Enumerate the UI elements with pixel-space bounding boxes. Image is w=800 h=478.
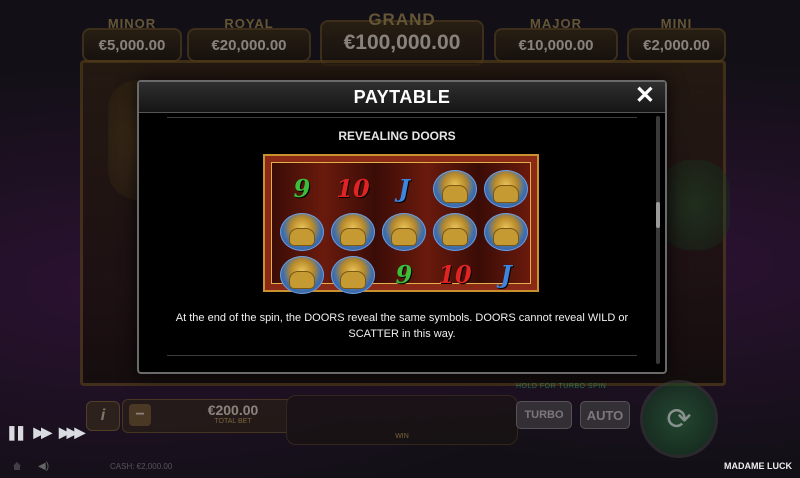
total-bet-value: €200.00 bbox=[207, 402, 259, 418]
play-button[interactable]: ▶▶ bbox=[33, 424, 51, 441]
symbol-frog bbox=[329, 254, 377, 295]
jackpot-major: MAJOR €10,000.00 bbox=[494, 16, 618, 62]
scrollbar-track[interactable] bbox=[656, 116, 660, 364]
example-reels: 9 10 J 9 10 J bbox=[271, 162, 531, 294]
symbol-j: J bbox=[500, 260, 512, 289]
jackpot-minor-value: €5,000.00 bbox=[98, 36, 166, 54]
symbol-frog bbox=[482, 211, 530, 252]
symbol-10: 10 bbox=[336, 174, 370, 203]
symbol-j: J bbox=[398, 174, 410, 203]
total-bet-label: TOTAL BET bbox=[214, 418, 252, 425]
money-frog-icon bbox=[280, 255, 324, 294]
paytable-modal: PAYTABLE ✕ REVEALING DOORS 9 10 J 9 10 J At t… bbox=[137, 80, 667, 374]
turbo-button[interactable]: TURBO bbox=[516, 401, 572, 429]
symbol-grid: 9 10 J 9 10 J bbox=[278, 168, 530, 295]
jackpot-major-value: €10,000.00 bbox=[518, 36, 594, 54]
auto-button[interactable]: AUTO bbox=[580, 401, 630, 429]
modal-header: PAYTABLE ✕ bbox=[139, 82, 665, 113]
hold-turbo-hint: HOLD FOR TURBO SPIN bbox=[516, 383, 607, 390]
section-title: REVEALING DOORS bbox=[338, 129, 456, 143]
feature-description: At the end of the spin, the DOORS reveal… bbox=[175, 312, 629, 340]
money-frog-icon bbox=[433, 212, 477, 251]
money-frog-icon bbox=[484, 212, 528, 251]
cash-info: CASH: €2,000.00 bbox=[110, 462, 173, 471]
symbol-cell: 9 bbox=[278, 168, 326, 209]
symbol-frog bbox=[278, 211, 326, 252]
divider-top bbox=[167, 117, 637, 118]
info-button[interactable]: i bbox=[86, 401, 120, 431]
sound-icon[interactable]: ◀) bbox=[38, 461, 49, 472]
playback-controls: ❚❚ ▶▶ ▶▶▶ bbox=[6, 424, 85, 441]
money-frog-icon bbox=[484, 169, 528, 208]
jackpot-royal-name: ROYAL bbox=[224, 16, 274, 31]
symbol-frog bbox=[431, 168, 479, 209]
symbol-frog bbox=[329, 211, 377, 252]
fast-forward-button[interactable]: ▶▶▶ bbox=[59, 424, 85, 441]
footer-bar: ◀) CASH: €2,000.00 MADAME LUCK bbox=[0, 456, 800, 478]
symbol-10: 10 bbox=[438, 260, 472, 289]
jackpot-bar: MINOR €5,000.00 ROYAL €20,000.00 GRAND €… bbox=[82, 6, 726, 66]
symbol-frog bbox=[278, 254, 326, 295]
jackpot-major-name: MAJOR bbox=[530, 16, 582, 31]
divider-bottom bbox=[167, 355, 637, 356]
jackpot-royal: ROYAL €20,000.00 bbox=[187, 16, 311, 62]
game-name: MADAME LUCK bbox=[724, 461, 792, 471]
symbol-cell: 10 bbox=[329, 168, 377, 209]
jackpot-mini-value: €2,000.00 bbox=[643, 36, 710, 54]
jackpot-grand-value: €100,000.00 bbox=[343, 31, 461, 54]
spin-button[interactable]: ⟳ bbox=[640, 380, 718, 458]
jackpot-grand-name: GRAND bbox=[368, 10, 436, 29]
jackpot-minor-name: MINOR bbox=[107, 16, 157, 31]
symbol-cell: 10 bbox=[431, 254, 479, 295]
jackpot-minor: MINOR €5,000.00 bbox=[82, 16, 182, 62]
money-frog-icon bbox=[382, 212, 426, 251]
money-frog-icon bbox=[280, 212, 324, 251]
scrollbar-thumb[interactable] bbox=[656, 202, 660, 228]
money-frog-icon bbox=[433, 169, 477, 208]
modal-title: PAYTABLE bbox=[353, 87, 451, 107]
jackpot-mini: MINI €2,000.00 bbox=[627, 16, 726, 62]
revealing-doors-example: 9 10 J 9 10 J bbox=[263, 154, 539, 294]
symbol-9: 9 bbox=[395, 260, 413, 289]
jackpot-mini-name: MINI bbox=[660, 16, 693, 31]
symbol-cell: 9 bbox=[380, 254, 428, 295]
bet-decrease-button[interactable]: − bbox=[129, 404, 151, 426]
pause-button[interactable]: ❚❚ bbox=[6, 424, 27, 441]
money-frog-icon bbox=[331, 255, 375, 294]
jackpot-royal-value: €20,000.00 bbox=[211, 36, 287, 54]
win-display: WIN bbox=[286, 395, 518, 445]
spin-icon: ⟳ bbox=[666, 402, 692, 436]
symbol-frog bbox=[431, 211, 479, 252]
symbol-frog bbox=[380, 211, 428, 252]
symbol-frog bbox=[482, 168, 530, 209]
symbol-cell: J bbox=[482, 254, 530, 295]
symbol-9: 9 bbox=[293, 174, 311, 203]
mini-jackpot-medallion bbox=[660, 160, 730, 250]
money-frog-icon bbox=[331, 212, 375, 251]
home-icon[interactable] bbox=[12, 461, 22, 471]
control-bar: i − €200.00 TOTAL BET + WIN HOLD FOR TUR… bbox=[86, 383, 646, 445]
win-label: WIN bbox=[395, 433, 409, 440]
symbol-cell: J bbox=[380, 168, 428, 209]
close-icon[interactable]: ✕ bbox=[635, 83, 655, 109]
